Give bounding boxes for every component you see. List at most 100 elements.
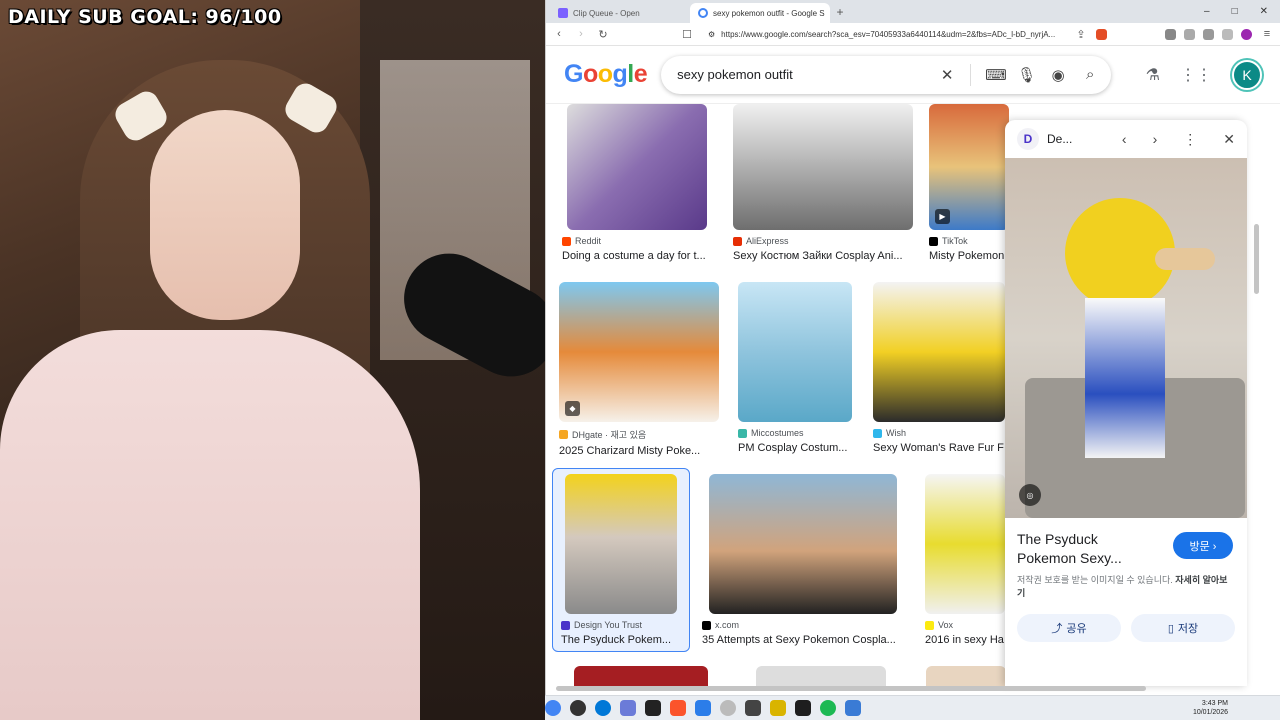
result-title[interactable]: 2025 Charizard Misty Poke...	[559, 445, 719, 457]
close-icon[interactable]: ✕	[1223, 131, 1235, 148]
preview-image[interactable]: ◎	[1005, 158, 1247, 518]
result-image[interactable]	[567, 104, 707, 230]
scroll-thumb[interactable]	[1254, 224, 1259, 294]
terminal-icon[interactable]	[795, 700, 811, 716]
result-title[interactable]: Doing a costume a day for t...	[562, 250, 712, 262]
result-image[interactable]: ▶	[929, 104, 1009, 230]
maximize-button[interactable]: □	[1232, 6, 1238, 17]
result-source: Design You Trust	[574, 620, 643, 630]
reload-icon[interactable]: ↻	[596, 28, 610, 41]
result-image[interactable]: ◆	[559, 282, 719, 422]
keyboard-icon[interactable]: ⌨	[985, 66, 1007, 84]
result-source: Reddit	[575, 236, 602, 246]
google-header: Google sexy pokemon outfit ✕ ⌨ 🎙 ◉ ⌕ ⚗ ⋮…	[546, 46, 1280, 104]
app-icon[interactable]	[620, 700, 636, 716]
app-icon[interactable]	[645, 700, 661, 716]
apps-grid-icon[interactable]: ⋮⋮	[1180, 65, 1212, 85]
streamer-face	[150, 110, 300, 320]
account-avatar[interactable]: K	[1232, 59, 1262, 90]
result-card[interactable]: Wish Sexy Woman's Rave Fur F	[873, 282, 1005, 454]
minimize-button[interactable]: ‒	[1204, 6, 1210, 17]
share-icon[interactable]: ⇪	[1074, 28, 1088, 41]
menu-icon[interactable]: ≡	[1260, 28, 1274, 40]
result-image[interactable]	[925, 474, 1005, 614]
result-image[interactable]	[926, 666, 1006, 686]
lens-search-icon[interactable]: ◎	[1019, 484, 1041, 506]
extension-icon[interactable]	[1165, 28, 1176, 40]
next-icon[interactable]: ›	[1153, 131, 1158, 148]
chrome-icon[interactable]	[545, 700, 561, 716]
site-info-icon[interactable]: ⚙	[708, 30, 715, 39]
result-image[interactable]	[574, 666, 708, 686]
spotify-icon[interactable]	[820, 700, 836, 716]
result-title[interactable]: PM Cosplay Costum...	[738, 442, 852, 454]
result-title[interactable]: 35 Attempts at Sexy Pokemon Cospla...	[702, 634, 902, 646]
dhgate-icon	[559, 430, 568, 439]
labs-icon[interactable]: ⚗	[1146, 65, 1160, 85]
panel-site-name[interactable]: De...	[1047, 132, 1072, 146]
app-icon[interactable]	[695, 700, 711, 716]
result-image[interactable]	[733, 104, 913, 230]
tab-clip-queue[interactable]: Clip Queue - Open	[550, 3, 690, 23]
search-icon[interactable]: ⌕	[1081, 66, 1099, 83]
app-icon[interactable]	[745, 700, 761, 716]
result-card[interactable]: ◆ DHgate · 재고 있음 2025 Charizard Misty Po…	[559, 282, 719, 457]
logo-letter: o	[597, 60, 613, 88]
result-source: Vox	[938, 620, 954, 630]
brave-icon[interactable]	[670, 700, 686, 716]
back-icon[interactable]: ‹	[552, 28, 566, 40]
result-source: TikTok	[942, 236, 968, 246]
sidebar-icon[interactable]	[1222, 28, 1233, 40]
result-card[interactable]: Miccostumes PM Cosplay Costum...	[738, 282, 852, 454]
result-title[interactable]: The Psyduck Pokem...	[561, 634, 681, 646]
share-button[interactable]: ⤴ 공유	[1017, 614, 1121, 642]
vertical-scrollbar[interactable]	[1253, 104, 1259, 686]
result-title[interactable]: Misty Pokemon	[929, 250, 1009, 262]
result-card[interactable]: ▶ TikTok Misty Pokemon	[929, 104, 1009, 262]
brave-shield-icon[interactable]	[1096, 28, 1107, 40]
result-image[interactable]	[565, 474, 677, 614]
address-bar[interactable]: ⚙ https://www.google.com/search?sca_esv=…	[702, 25, 1066, 43]
result-title[interactable]: Sexy Костюм Зайки Cosplay Ani...	[733, 250, 913, 262]
result-card[interactable]: Vox 2016 in sexy Ha	[925, 474, 1005, 646]
tab-google-search[interactable]: sexy pokemon outfit - Google S ✕	[690, 3, 830, 23]
clear-icon[interactable]: ✕	[938, 66, 956, 84]
costume	[1085, 298, 1165, 458]
extension-icon[interactable]	[1184, 28, 1195, 40]
app-icon[interactable]	[770, 700, 786, 716]
result-card-selected[interactable]: Design You Trust The Psyduck Pokem...	[552, 468, 690, 652]
microphone-icon[interactable]: 🎙	[1017, 66, 1036, 84]
result-title[interactable]: 2016 in sexy Ha	[925, 634, 1005, 646]
result-title[interactable]: Sexy Woman's Rave Fur F	[873, 442, 1005, 454]
result-image[interactable]	[756, 666, 886, 686]
new-tab-button[interactable]: +	[830, 5, 850, 23]
result-image[interactable]	[709, 474, 897, 614]
puzzle-icon[interactable]	[1203, 28, 1214, 40]
result-source: DHgate · 재고 있음	[572, 430, 647, 440]
result-image[interactable]	[738, 282, 852, 422]
previous-icon[interactable]: ‹	[1122, 131, 1127, 148]
app-icon[interactable]	[720, 700, 736, 716]
search-input[interactable]: sexy pokemon outfit	[677, 67, 924, 82]
visit-button[interactable]: 방문 ›	[1173, 532, 1233, 559]
result-image[interactable]	[873, 282, 1005, 422]
bookmark-icon[interactable]: ☐	[680, 28, 694, 41]
save-button[interactable]: ▯ 저장	[1131, 614, 1235, 642]
close-window-button[interactable]: ✕	[1260, 6, 1268, 17]
result-card[interactable]: x.com 35 Attempts at Sexy Pokemon Cospla…	[702, 474, 902, 646]
wallet-icon[interactable]	[1241, 28, 1252, 40]
obs-icon[interactable]	[570, 700, 586, 716]
more-icon[interactable]: ⋮	[1183, 131, 1197, 148]
result-card[interactable]: AliExpress Sexy Костюм Зайки Cosplay Ani…	[733, 104, 913, 262]
result-card[interactable]: Reddit Doing a costume a day for t...	[562, 104, 712, 262]
tiktok-icon	[929, 236, 938, 246]
horizontal-scrollbar[interactable]	[556, 686, 1146, 691]
lens-icon[interactable]: ◉	[1049, 66, 1067, 84]
panel-title[interactable]: The Psyduck Pokemon Sexy...	[1005, 518, 1165, 568]
google-logo[interactable]: Google	[564, 60, 648, 89]
search-box[interactable]: sexy pokemon outfit ✕ ⌨ 🎙 ◉ ⌕	[661, 56, 1111, 94]
edge-icon[interactable]	[595, 700, 611, 716]
system-clock[interactable]: 3:43 PM 10/01/2026	[1193, 699, 1280, 717]
app-icon[interactable]	[845, 700, 861, 716]
forward-icon[interactable]: ›	[574, 28, 588, 40]
